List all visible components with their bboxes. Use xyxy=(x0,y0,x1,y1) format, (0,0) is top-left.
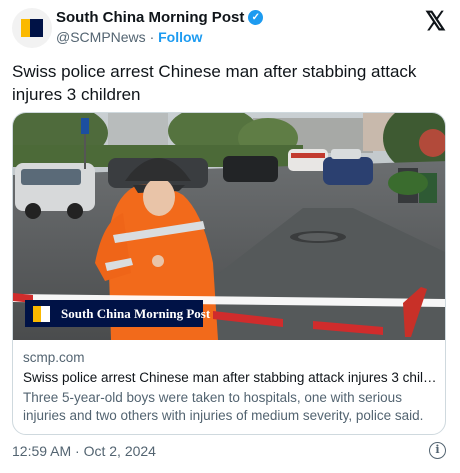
handle-row: @SCMPNews · Follow xyxy=(56,29,263,45)
handle-separator: · xyxy=(149,29,155,45)
scmp-logo-icon xyxy=(21,19,43,37)
verified-badge-icon: ✓ xyxy=(248,10,264,25)
account-avatar[interactable] xyxy=(12,8,52,48)
card-body[interactable]: scmp.com Swiss police arrest Chinese man… xyxy=(13,340,445,434)
account-names: South China Morning Post ✓ @SCMPNews · F… xyxy=(56,9,264,45)
account-handle[interactable]: @SCMPNews xyxy=(56,29,146,45)
card-domain: scmp.com xyxy=(23,350,85,365)
display-name[interactable]: South China Morning Post xyxy=(56,9,244,26)
link-preview-card[interactable]: South China Morning Post scmp.com Swiss … xyxy=(12,112,446,435)
card-image-brand: South China Morning Post xyxy=(61,306,211,321)
card-title[interactable]: Swiss police arrest Chinese man after st… xyxy=(23,370,437,385)
tweet-text: Swiss police arrest Chinese man after st… xyxy=(12,62,417,104)
display-name-row[interactable]: South China Morning Post ✓ xyxy=(56,9,264,26)
x-logo-icon[interactable]: 𝕏 xyxy=(425,8,446,34)
tweet-timestamp[interactable]: 12:59 AM · Oct 2, 2024 xyxy=(12,443,156,459)
info-icon[interactable]: i xyxy=(429,442,446,459)
card-description: Three 5-year-old boys were taken to hosp… xyxy=(23,390,424,423)
tweet-header: South China Morning Post ✓ @SCMPNews · F… xyxy=(12,8,448,48)
follow-button[interactable]: Follow xyxy=(158,29,202,45)
